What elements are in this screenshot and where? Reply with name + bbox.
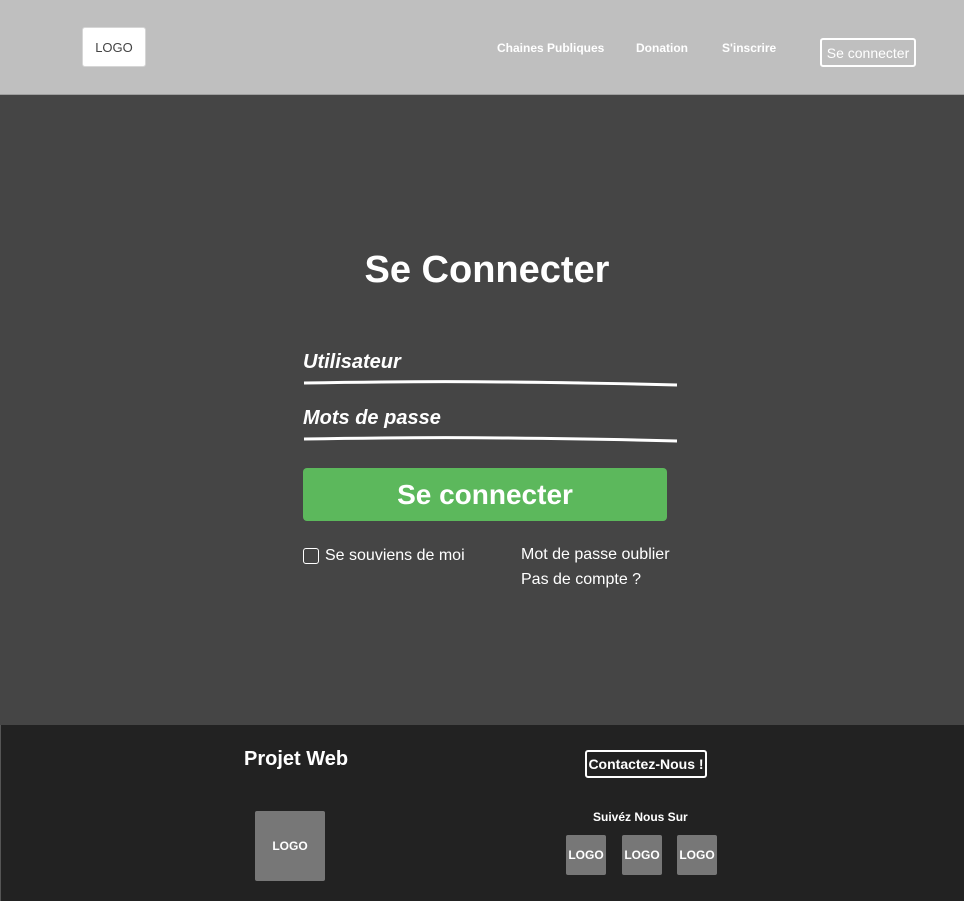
username-field-label[interactable]: Utilisateur: [303, 351, 401, 374]
nav-link-donation[interactable]: Donation: [636, 41, 688, 55]
footer-title: Projet Web: [244, 748, 349, 770]
footer-logo: LOGO: [255, 811, 325, 881]
contact-us-button[interactable]: Contactez-Nous !: [585, 750, 707, 778]
social-logo-1[interactable]: LOGO: [566, 835, 606, 875]
site-footer: [0, 725, 964, 901]
remember-me-checkbox[interactable]: [303, 548, 319, 564]
forgot-password-link[interactable]: Mot de passe oublier: [521, 546, 670, 564]
login-submit-button[interactable]: Se connecter: [303, 468, 667, 521]
main-content: [0, 96, 964, 725]
social-logo-3[interactable]: LOGO: [677, 835, 717, 875]
nav-login-button[interactable]: Se connecter: [820, 38, 916, 67]
site-header: LOGO Chaines Publiques Donation S'inscri…: [0, 0, 964, 95]
social-logo-2[interactable]: LOGO: [622, 835, 662, 875]
nav-link-chaines-publiques[interactable]: Chaines Publiques: [497, 41, 604, 55]
nav-link-signup[interactable]: S'inscrire: [722, 41, 776, 55]
follow-us-label: Suivéz Nous Sur: [593, 810, 688, 824]
page-title: Se Connecter: [364, 249, 610, 291]
remember-me-label[interactable]: Se souviens de moi: [325, 547, 465, 565]
password-field-label[interactable]: Mots de passe: [303, 407, 441, 430]
no-account-link[interactable]: Pas de compte ?: [521, 571, 641, 589]
header-logo[interactable]: LOGO: [82, 27, 146, 67]
